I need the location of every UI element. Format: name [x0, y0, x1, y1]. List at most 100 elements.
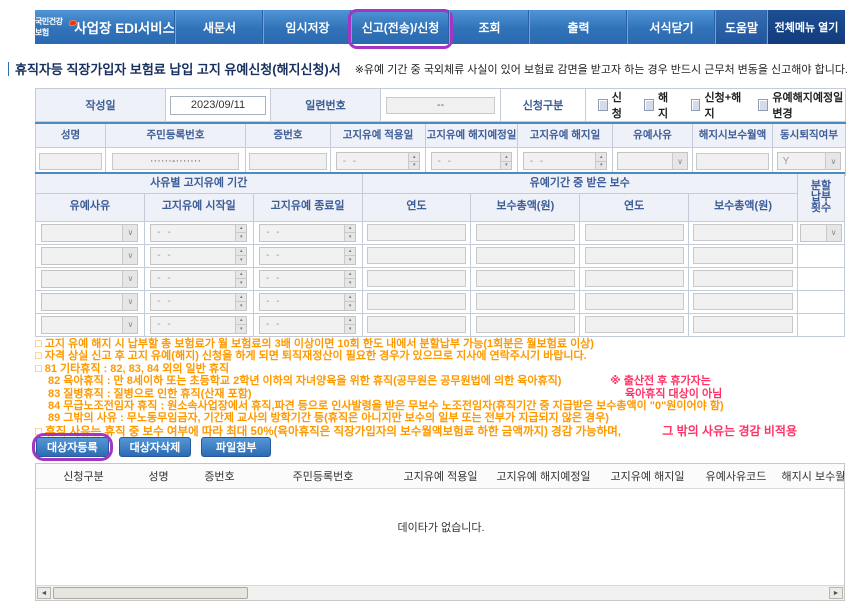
row4-year1-input[interactable] — [367, 293, 466, 310]
checkbox-apply[interactable] — [598, 99, 608, 111]
row4-income2-input[interactable] — [693, 293, 792, 310]
row4-year2-input[interactable] — [585, 293, 684, 310]
row5-year1-input[interactable] — [367, 316, 466, 333]
row4-start-date-input[interactable]: - -▴▾ — [150, 293, 247, 311]
scrollbar-thumb[interactable] — [53, 587, 248, 599]
co-retire-select[interactable]: Y∨ — [777, 152, 842, 170]
row5-year2-input[interactable] — [585, 316, 684, 333]
row2-year1-input[interactable] — [367, 247, 466, 264]
result-table-header: 신청구분 성명 증번호 주민등록번호 고지유예 적용일 고지유예 해지예정일 고… — [36, 464, 845, 489]
menu-print[interactable]: 출력 — [529, 10, 627, 44]
date-spinner-icon[interactable]: ▴▾ — [235, 248, 246, 264]
scroll-right-arrow-icon[interactable]: ► — [829, 587, 843, 599]
attach-file-button[interactable]: 파일첨부 — [201, 437, 271, 457]
menu-inquiry[interactable]: 조회 — [449, 10, 529, 44]
serial-number-input[interactable] — [386, 97, 495, 114]
row5-reason-select[interactable]: ∨ — [41, 316, 138, 334]
expected-end-date-input[interactable]: - -▴▾ — [431, 152, 513, 170]
row5-income1-input[interactable] — [476, 316, 575, 333]
row2-year2-input[interactable] — [585, 247, 684, 264]
row3-reason-select[interactable]: ∨ — [41, 270, 138, 288]
date-spinner-icon[interactable]: ▴▾ — [595, 153, 606, 169]
expected-end-header: 고지유예 해지예정일 — [426, 123, 518, 147]
row1-start-date-input[interactable]: - -▴▾ — [150, 224, 247, 242]
horizontal-scrollbar[interactable]: ◄ ► — [36, 585, 844, 600]
end-date-input[interactable]: - -▴▾ — [523, 152, 608, 170]
menu-open-all-menu[interactable]: 전체메뉴 열기 — [767, 10, 845, 44]
date-spinner-icon[interactable]: ▴▾ — [235, 271, 246, 287]
delete-target-button[interactable]: 대상자삭제 — [119, 437, 192, 457]
period-group-header: 사유별 고지유예 기간 — [36, 173, 363, 193]
apply-date-input[interactable]: - -▴▾ — [336, 152, 421, 170]
date-spinner-icon[interactable]: ▴▾ — [344, 225, 355, 241]
date-spinner-icon[interactable]: ▴▾ — [344, 317, 355, 333]
cert-number-input[interactable] — [249, 153, 326, 170]
menu-close-form[interactable]: 서식닫기 — [627, 10, 715, 44]
row1-year1-input[interactable] — [367, 224, 466, 241]
reason-select[interactable]: ∨ — [617, 152, 688, 170]
page-title-row: 휴직자등 직장가입자 보험료 납입 고지 유예신청(해지신청)서 ※유예 기간 … — [8, 59, 848, 78]
checkbox-apply-terminate[interactable] — [691, 99, 701, 111]
footnotes: □ 고지 유예 해지 시 납부할 총 보험료가 월 보험료의 3배 이상이면 1… — [35, 338, 847, 438]
reason-header: 유예사유 — [613, 123, 693, 147]
period-row-4: ∨ - -▴▾ - -▴▾ — [36, 290, 845, 313]
row4-reason-select[interactable]: ∨ — [41, 293, 138, 311]
menu-report-submit[interactable]: 신고(전송)/신청 — [351, 10, 449, 44]
date-spinner-icon[interactable]: ▴▾ — [500, 153, 511, 169]
sub-year1-header: 연도 — [362, 193, 471, 221]
row2-income2-input[interactable] — [693, 247, 792, 264]
row3-year2-input[interactable] — [585, 270, 684, 287]
col-end-date: 고지유예 해지일 — [599, 464, 696, 488]
row1-income1-input[interactable] — [476, 224, 575, 241]
nhis-logo[interactable]: 국민건강보험 사업장 EDI서비스 — [35, 10, 175, 44]
row3-year1-input[interactable] — [367, 270, 466, 287]
row2-start-date-input[interactable]: - -▴▾ — [150, 247, 247, 265]
row3-start-date-input[interactable]: - -▴▾ — [150, 270, 247, 288]
row5-end-date-input[interactable]: - -▴▾ — [259, 316, 356, 334]
member-info-table: 성명 주민등록번호 증번호 고지유예 적용일 고지유예 해지예정일 고지유예 해… — [35, 122, 846, 176]
checkbox-terminate[interactable] — [644, 99, 654, 111]
ssn-input[interactable] — [112, 153, 240, 170]
row2-income1-input[interactable] — [476, 247, 575, 264]
row2-reason-select[interactable]: ∨ — [41, 247, 138, 265]
row1-end-date-input[interactable]: - -▴▾ — [259, 224, 356, 242]
write-date-input[interactable] — [170, 96, 266, 115]
row1-reason-select[interactable]: ∨ — [41, 224, 138, 242]
register-target-button[interactable]: 대상자등록 — [36, 437, 109, 457]
row1-installment-select[interactable]: ∨ — [800, 224, 841, 242]
scroll-left-arrow-icon[interactable]: ◄ — [37, 587, 51, 599]
date-spinner-icon[interactable]: ▴▾ — [235, 294, 246, 310]
footnote-line: □ 자격 상실 신고 후 고지 유예(해지) 신청을 하게 되면 퇴직재정산이 … — [35, 350, 847, 362]
col-name: 성명 — [131, 464, 186, 488]
row1-income2-input[interactable] — [693, 224, 792, 241]
register-target-button-label: 대상자등록 — [47, 439, 98, 455]
name-input[interactable] — [39, 153, 102, 170]
row1-year2-input[interactable] — [585, 224, 684, 241]
row4-income1-input[interactable] — [476, 293, 575, 310]
row3-end-date-input[interactable]: - -▴▾ — [259, 270, 356, 288]
menu-temp-save[interactable]: 임시저장 — [263, 10, 351, 44]
deferment-period-table: 사유별 고지유예 기간 유예기간 중 받은 보수 분할납부횟수 유예사유 고지유… — [35, 172, 845, 337]
date-spinner-icon[interactable]: ▴▾ — [344, 294, 355, 310]
period-row-5: ∨ - -▴▾ - -▴▾ — [36, 313, 845, 336]
date-spinner-icon[interactable]: ▴▾ — [235, 317, 246, 333]
menu-help[interactable]: 도움말 — [715, 10, 767, 44]
row3-income2-input[interactable] — [693, 270, 792, 287]
row5-start-date-input[interactable]: - -▴▾ — [150, 316, 247, 334]
col-expected-end-date: 고지유예 해지예정일 — [488, 464, 599, 488]
row2-end-date-input[interactable]: - -▴▾ — [259, 247, 356, 265]
side-note-maternity-2: 육아휴직 대상이 아님 — [625, 388, 722, 400]
date-spinner-icon[interactable]: ▴▾ — [235, 225, 246, 241]
row4-end-date-input[interactable]: - -▴▾ — [259, 293, 356, 311]
date-spinner-icon[interactable]: ▴▾ — [344, 248, 355, 264]
menu-new-document[interactable]: 새문서 — [175, 10, 263, 44]
row5-income2-input[interactable] — [693, 316, 792, 333]
col-reason-code: 유예사유코드 — [696, 464, 776, 488]
date-spinner-icon[interactable]: ▴▾ — [408, 153, 419, 169]
row3-income1-input[interactable] — [476, 270, 575, 287]
sub-income1-header: 보수총액(원) — [471, 193, 580, 221]
salary-input[interactable] — [696, 153, 769, 170]
checkbox-change-expected-date[interactable] — [758, 99, 768, 111]
chevron-down-icon: ∨ — [122, 225, 137, 241]
date-spinner-icon[interactable]: ▴▾ — [344, 271, 355, 287]
